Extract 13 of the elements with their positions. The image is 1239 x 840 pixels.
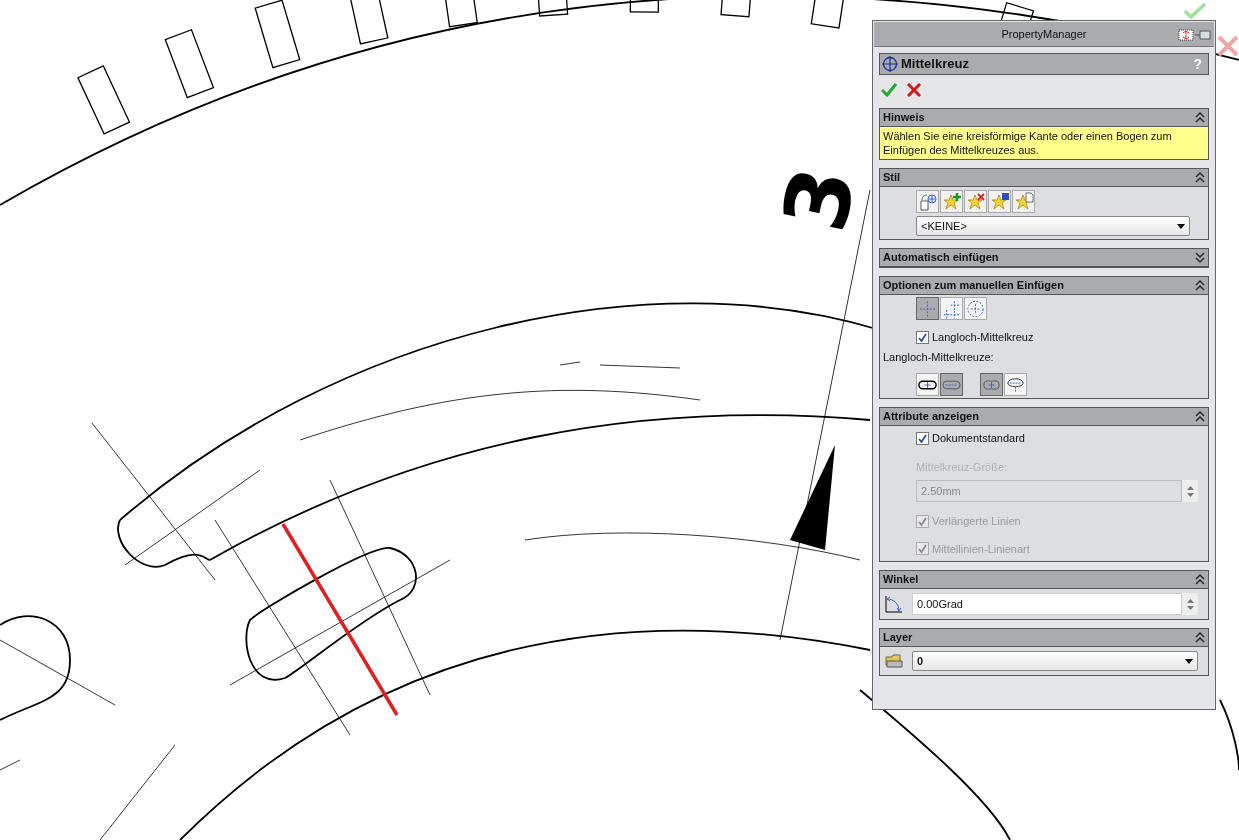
section-title[interactable]: Winkel [883,571,919,588]
layer-dropdown[interactable]: 0 [912,651,1198,671]
drawing-label: 3 [762,158,877,240]
panel-title: PropertyManager [1001,26,1087,42]
feature-title: Mittelkreuz [901,55,969,74]
section-title[interactable]: Stil [883,169,901,186]
section-title[interactable]: Layer [883,629,913,646]
slot-label: Langloch-Mittelkreuze: [882,349,995,365]
style-dropdown[interactable]: <KEINE> [916,216,1190,236]
section-title[interactable]: Hinweis [883,109,925,126]
angle-field[interactable]: 0.00Grad [912,593,1182,615]
checkbox-label[interactable]: Langloch-Mittelkreuz [932,329,1034,346]
hint-text: Wählen Sie eine kreisförmige Kante oder einen Bogen zum Einfügen des Mittelkreuzes aus. [880,127,1208,159]
